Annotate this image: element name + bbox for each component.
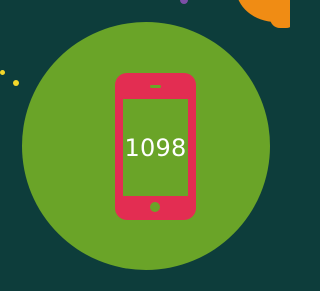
phone-speaker [150,85,161,88]
phone-screen: 1098 [123,99,188,196]
smartphone-icon: 1098 [115,73,196,220]
decorative-yellow-dot [0,70,5,75]
phone-home-button [150,202,160,212]
decorative-purple-dot [180,0,188,4]
stat-value: 1098 [124,133,187,162]
decorative-orange-shape-stem [270,0,290,28]
decorative-yellow-dot [13,80,19,86]
stat-graphic: 1098 [0,0,290,291]
